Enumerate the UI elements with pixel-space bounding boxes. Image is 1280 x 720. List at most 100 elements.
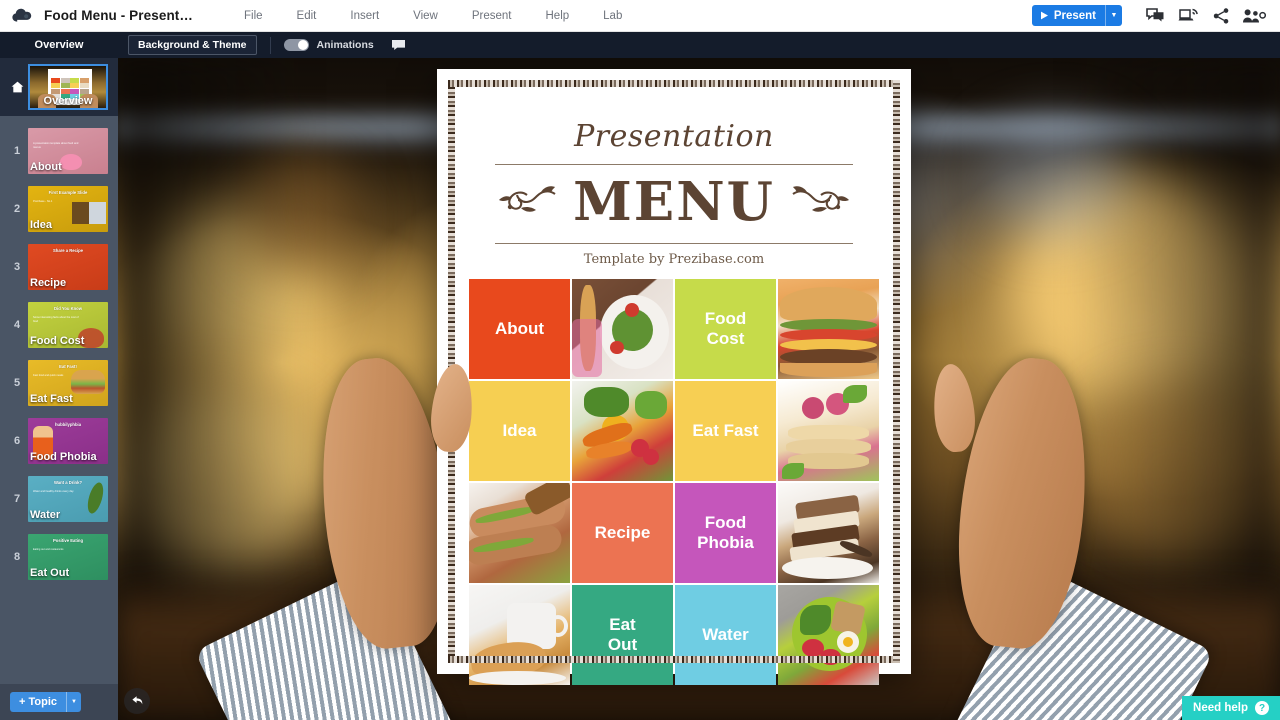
slide-thumbnail[interactable]: First Example Slide Prezibase - No.1 Idea xyxy=(28,186,108,232)
slide-thumbnail-title: Food Cost xyxy=(30,335,85,347)
menu-poster[interactable]: Presentation MENU Template by Prezibase.… xyxy=(437,69,911,685)
slide-thumbnail-subtext: A presentation template about food and m… xyxy=(33,142,79,149)
menu-tile-food-phobia[interactable]: Food Phobia xyxy=(675,483,776,583)
present-button[interactable]: Present ▼ xyxy=(1031,5,1122,26)
sidebar-item-eat-out[interactable]: 8 Positive Eating Eating out and restauran… xyxy=(0,528,118,586)
menu-item-lab[interactable]: Lab xyxy=(586,6,639,26)
sidebar-item-idea[interactable]: 2 First Example Slide Prezibase - No.1 Idea xyxy=(0,180,118,238)
menu-tile-label: Recipe xyxy=(594,523,651,542)
undo-arrow-icon xyxy=(131,696,142,705)
add-topic-button[interactable]: + Topic ▼ xyxy=(10,692,81,712)
sidebar-item-water[interactable]: 7 Want a Drink? Water and healthy drinks e… xyxy=(0,470,118,528)
sidebar-item-about[interactable]: 1 A presentation template about food and … xyxy=(0,122,118,180)
collaborators-icon[interactable] xyxy=(1238,8,1271,24)
toolbar-divider xyxy=(269,36,271,54)
menu-item-view[interactable]: View xyxy=(396,6,455,26)
poster-credit: Template by Prezibase.com xyxy=(583,252,765,267)
menu-tile-tiramisu-dessert-photo[interactable] xyxy=(778,483,879,583)
top-right-toolbar: Present ▼ xyxy=(1031,5,1280,26)
slide-thumbnail[interactable]: Want a Drink? Water and healthy drinks ev… xyxy=(28,476,108,522)
slide-thumbnail[interactable]: Positive Eating Eating out and restaurant… xyxy=(28,534,108,580)
slide-thumbnail-heading: Share a Recipe xyxy=(52,248,84,253)
menu-tile-food-cost[interactable]: Food Cost xyxy=(675,279,776,379)
menu-tile-grilled-meat-photo[interactable] xyxy=(469,483,570,583)
undo-button[interactable] xyxy=(124,688,150,714)
overview-thumbnail-label: Overview xyxy=(43,95,93,107)
poster-rule-top xyxy=(495,164,853,165)
photo-detail xyxy=(469,671,566,685)
slide-thumbnail-heading: Positive Eating xyxy=(52,538,84,543)
photo-detail xyxy=(782,463,805,479)
menu-tile-croissant-coffee-photo[interactable] xyxy=(469,585,570,685)
top-menu-bar: Food Menu - Present… File Edit Insert Vi… xyxy=(0,0,1280,32)
sidebar-item-overview[interactable]: Overview xyxy=(0,58,118,116)
need-help-label: Need help xyxy=(1193,702,1248,714)
menu-tile-eat-out[interactable]: Eat Out xyxy=(572,585,673,685)
share-icon[interactable] xyxy=(1205,7,1238,24)
slide-number: 5 xyxy=(13,377,21,389)
menu-tile-eat-fast[interactable]: Eat Fast xyxy=(675,381,776,481)
slide-thumbnail[interactable]: Share a Recipe Recipe xyxy=(28,244,108,290)
sidebar-item-recipe[interactable]: 3 Share a Recipe Recipe xyxy=(0,238,118,296)
slide-thumbnail[interactable]: A presentation template about food and m… xyxy=(28,128,108,174)
menu-item-file[interactable]: File xyxy=(227,6,280,26)
menu-tile-about[interactable]: About xyxy=(469,279,570,379)
photo-detail xyxy=(584,387,629,417)
poster-frame-bottom xyxy=(448,656,900,663)
menu-tile-salad-plate-photo[interactable] xyxy=(572,279,673,379)
slide-thumbnail-title: Water xyxy=(30,509,61,521)
photo-detail xyxy=(802,397,825,419)
slide-thumbnail-title: Recipe xyxy=(30,277,67,289)
menu-grid: About Food Cost Idea Eat Fast Recipe Food Pho… xyxy=(469,279,879,685)
present-dropdown-caret[interactable]: ▼ xyxy=(1105,5,1122,26)
home-icon[interactable] xyxy=(6,81,28,93)
background-theme-button[interactable]: Background & Theme xyxy=(128,35,257,55)
comment-icon[interactable] xyxy=(1139,7,1172,24)
menu-tile-idea[interactable]: Idea xyxy=(469,381,570,481)
slide-number: 6 xyxy=(13,435,21,447)
animations-toggle-knob xyxy=(297,40,308,50)
slide-thumbnail-graphic xyxy=(71,370,105,394)
add-topic-caret[interactable]: ▼ xyxy=(66,692,81,712)
slide-thumbnail[interactable]: Eat Fast! Fast food and quick meals Eat Fa… xyxy=(28,360,108,406)
need-help-button[interactable]: Need help ? xyxy=(1182,696,1280,720)
prezi-cloud-logo-icon[interactable] xyxy=(0,8,44,23)
menu-tile-green-plate-salad-photo[interactable] xyxy=(778,585,879,685)
menu-item-present[interactable]: Present xyxy=(455,6,529,26)
menu-tile-recipe[interactable]: Recipe xyxy=(572,483,673,583)
poster-title-row: MENU xyxy=(469,171,879,233)
slide-thumbnail-title: Idea xyxy=(30,219,53,231)
sidebar-item-food-phobia[interactable]: 6 hubbilyphbia Food Phobia xyxy=(0,412,118,470)
sidebar-item-food-cost[interactable]: 4 Did You Know Some interesting facts abou… xyxy=(0,296,118,354)
document-title[interactable]: Food Menu - Present… xyxy=(44,8,193,23)
animations-toggle-track[interactable] xyxy=(283,39,309,51)
menu-item-help[interactable]: Help xyxy=(529,6,587,26)
slide-thumbnail[interactable]: Did You Know Some interesting facts about… xyxy=(28,302,108,348)
remote-present-icon[interactable] xyxy=(1172,8,1205,24)
present-button-label: Present xyxy=(1053,9,1096,22)
add-topic-label: + Topic xyxy=(19,696,57,708)
tiramisu-dessert-photo xyxy=(778,483,879,583)
toolbar-comment-icon[interactable] xyxy=(391,39,406,52)
photo-detail xyxy=(780,287,877,321)
menu-tile-label: Water xyxy=(702,625,749,644)
photo-detail xyxy=(572,319,603,377)
animations-label: Animations xyxy=(316,39,374,51)
animations-toggle[interactable]: Animations xyxy=(283,39,374,51)
menu-tile-pancakes-berries-photo[interactable] xyxy=(778,381,879,481)
menu-item-insert[interactable]: Insert xyxy=(333,6,396,26)
slide-thumbnail[interactable]: hubbilyphbia Food Phobia xyxy=(28,418,108,464)
slide-list[interactable]: 1 A presentation template about food and … xyxy=(0,116,118,720)
menu-tile-water[interactable]: Water xyxy=(675,585,776,685)
overview-thumbnail[interactable]: Overview xyxy=(28,64,108,110)
present-button-main[interactable]: Present xyxy=(1032,5,1105,26)
photo-detail xyxy=(610,341,624,354)
question-mark-icon: ? xyxy=(1255,701,1269,715)
menu-tile-cheeseburger-photo[interactable] xyxy=(778,279,879,379)
sidebar-item-eat-fast[interactable]: 5 Eat Fast! Fast food and quick meals Eat F… xyxy=(0,354,118,412)
slide-thumbnail-title: About xyxy=(30,161,62,173)
menu-tile-vegetables-photo[interactable] xyxy=(572,381,673,481)
slide-thumbnail-title: Eat Out xyxy=(30,567,70,579)
presentation-canvas[interactable]: Presentation MENU Template by Prezibase.… xyxy=(118,58,1280,720)
menu-item-edit[interactable]: Edit xyxy=(280,6,334,26)
